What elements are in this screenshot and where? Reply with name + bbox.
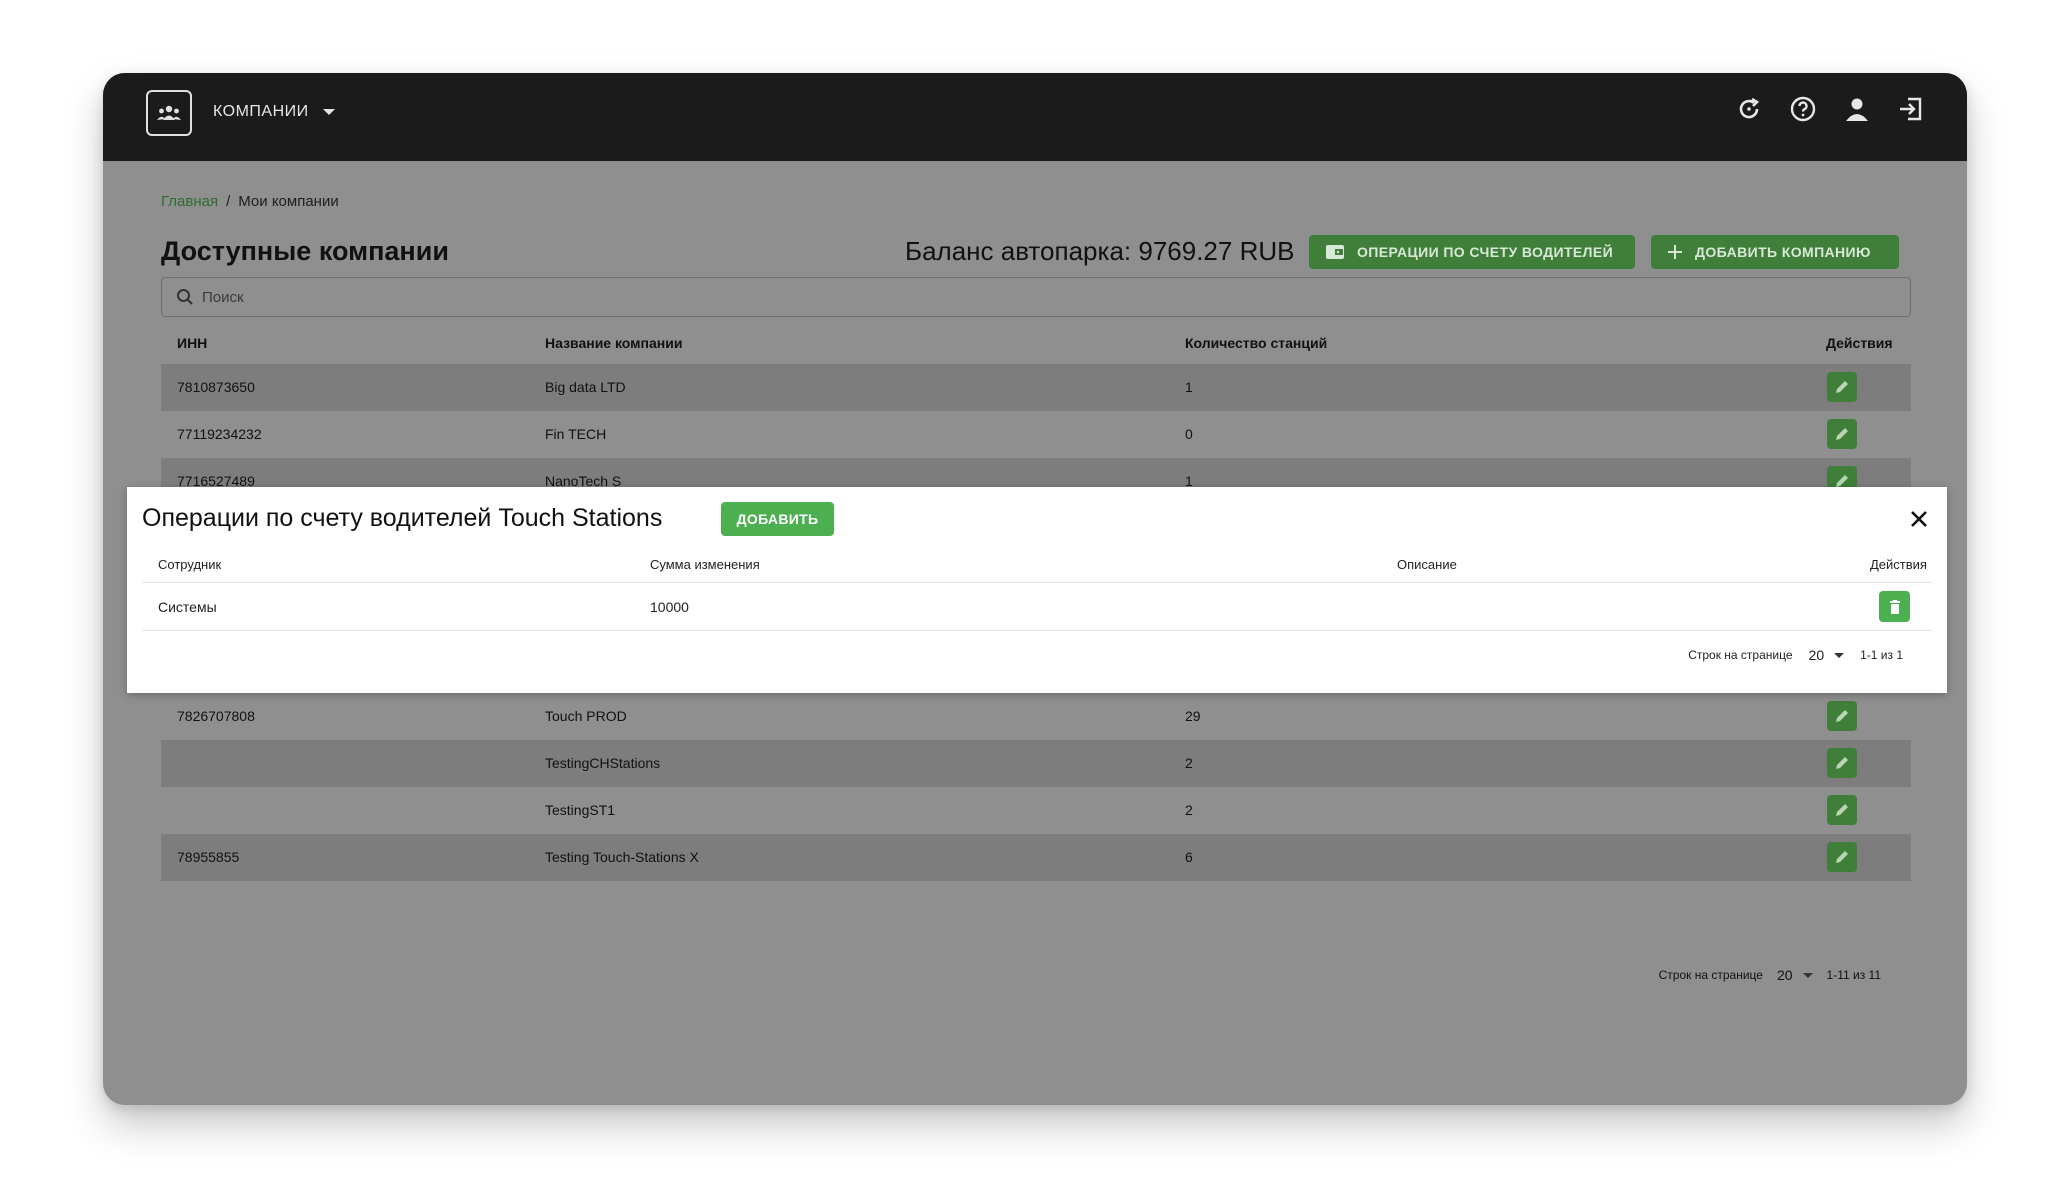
breadcrumb-separator: /: [226, 193, 231, 210]
companies-logo-icon[interactable]: [146, 90, 192, 136]
rows-per-page-select[interactable]: 20: [1809, 647, 1845, 663]
column-header-stations: Количество станций: [1185, 335, 1328, 351]
close-icon[interactable]: [1907, 507, 1931, 531]
pencil-icon: [1836, 381, 1848, 393]
cell-amount: 10000: [650, 599, 689, 615]
cell-company-name: TestingCHStations: [545, 755, 661, 771]
cell-company-name: Big data LTD: [545, 379, 626, 395]
pagination-range: 1-1 из 1: [1860, 648, 1903, 662]
driver-operations-label: ОПЕРАЦИИ ПО СЧЕТУ ВОДИТЕЛЕЙ: [1357, 244, 1614, 260]
cell-inn: 78955855: [177, 849, 240, 865]
cell-stations: 2: [1185, 755, 1193, 771]
pencil-icon: [1836, 757, 1848, 769]
table-row: 78955855 Testing Touch-Stations X 6: [161, 834, 1911, 881]
pencil-icon: [1836, 804, 1848, 816]
pencil-icon: [1836, 710, 1848, 722]
cell-employee: Системы: [158, 599, 217, 615]
chevron-down-icon: [1834, 652, 1845, 658]
search-field[interactable]: [161, 277, 1911, 317]
pencil-icon: [1836, 851, 1848, 863]
column-header-company-name: Название компании: [545, 335, 683, 351]
companies-menu-dropdown[interactable]: КОМПАНИИ: [213, 103, 335, 121]
chevron-down-icon: [1802, 972, 1813, 978]
cell-company-name: Touch PROD: [545, 708, 627, 724]
search-input[interactable]: [202, 288, 1763, 306]
help-icon[interactable]: [1787, 93, 1819, 125]
table-pagination: Строк на странице 20 1-11 из 11: [1659, 967, 1881, 983]
plus-icon: [1668, 245, 1682, 259]
edit-button[interactable]: [1827, 748, 1857, 778]
column-header-actions: Действия: [1870, 557, 1927, 572]
search-icon: [177, 289, 193, 305]
table-row: 7826707808 Touch PROD 29: [161, 693, 1911, 740]
rows-per-page-value: 20: [1776, 967, 1793, 983]
table-row: TestingCHStations 2: [161, 740, 1911, 787]
rows-per-page-label: Строк на странице: [1688, 648, 1793, 662]
add-company-label: ДОБАВИТЬ КОМПАНИЮ: [1695, 244, 1871, 260]
top-icons: [1733, 93, 1927, 125]
rows-per-page-value: 20: [1808, 647, 1825, 663]
cell-company-name: TestingST1: [545, 802, 616, 818]
cell-stations: 2: [1185, 802, 1193, 818]
edit-button[interactable]: [1827, 795, 1857, 825]
cell-inn: 7810873650: [177, 379, 255, 395]
companies-table-header: ИНН Название компании Количество станций…: [161, 321, 1911, 367]
cell-inn: 7826707808: [177, 708, 255, 724]
breadcrumb-current: Мои компании: [238, 193, 339, 210]
dialog-table-header: Сотрудник Сумма изменения Описание Дейст…: [142, 545, 1932, 583]
table-row: 7810873650 Big data LTD 1: [161, 364, 1911, 411]
cell-company-name: Fin TECH: [545, 426, 607, 442]
logout-icon[interactable]: [1895, 93, 1927, 125]
edit-button[interactable]: [1827, 842, 1857, 872]
cell-stations: 29: [1185, 708, 1201, 724]
breadcrumb: Главная / Мои компании: [161, 193, 339, 210]
dialog-add-button[interactable]: ДОБАВИТЬ: [721, 502, 834, 536]
driver-operations-dialog: Операции по счету водителей Touch Statio…: [127, 487, 1947, 693]
cell-inn: 77119234232: [177, 426, 262, 442]
edit-button[interactable]: [1827, 372, 1857, 402]
pencil-icon: [1836, 428, 1848, 440]
page-title: Доступные компании: [161, 236, 449, 266]
cell-stations: 1: [1185, 379, 1193, 395]
cell-stations: 6: [1185, 849, 1193, 865]
refresh-icon[interactable]: [1733, 93, 1765, 125]
cell-stations: 0: [1185, 426, 1193, 442]
table-row: 77119234232 Fin TECH 0: [161, 411, 1911, 458]
dialog-table-row: Системы 10000: [142, 583, 1932, 631]
companies-menu-label: КОМПАНИИ: [213, 103, 309, 120]
table-row: TestingST1 2: [161, 787, 1911, 834]
column-header-actions: Действия: [1826, 335, 1893, 351]
app-window: КОМПАНИИ Главная / Мои компании Доступны…: [103, 73, 1967, 1105]
dialog-title: Операции по счету водителей Touch Statio…: [142, 504, 663, 532]
edit-button[interactable]: [1827, 419, 1857, 449]
column-header-employee: Сотрудник: [158, 557, 222, 572]
user-icon[interactable]: [1841, 93, 1873, 125]
column-header-inn: ИНН: [177, 335, 208, 351]
driver-operations-button[interactable]: ОПЕРАЦИИ ПО СЧЕТУ ВОДИТЕЛЕЙ: [1309, 235, 1635, 269]
column-header-amount: Сумма изменения: [650, 557, 760, 572]
edit-button[interactable]: [1827, 701, 1857, 731]
dialog-pagination: Строк на странице 20 1-1 из 1: [1688, 647, 1903, 663]
delete-button[interactable]: [1879, 591, 1910, 622]
add-company-button[interactable]: ДОБАВИТЬ КОМПАНИЮ: [1651, 235, 1899, 269]
chevron-down-icon: [322, 109, 335, 115]
top-bar: КОМПАНИИ: [103, 73, 1967, 161]
trash-icon: [1889, 599, 1900, 614]
column-header-description: Описание: [1397, 557, 1457, 572]
rows-per-page-label: Строк на странице: [1658, 968, 1763, 982]
pagination-range: 1-11 из 11: [1826, 968, 1881, 982]
wallet-icon: [1326, 245, 1344, 259]
cell-company-name: Testing Touch-Stations X: [545, 849, 699, 865]
breadcrumb-home-link[interactable]: Главная: [161, 193, 218, 210]
fleet-balance: Баланс автопарка: 9769.27 RUB: [905, 236, 1295, 266]
rows-per-page-select[interactable]: 20: [1777, 967, 1813, 983]
